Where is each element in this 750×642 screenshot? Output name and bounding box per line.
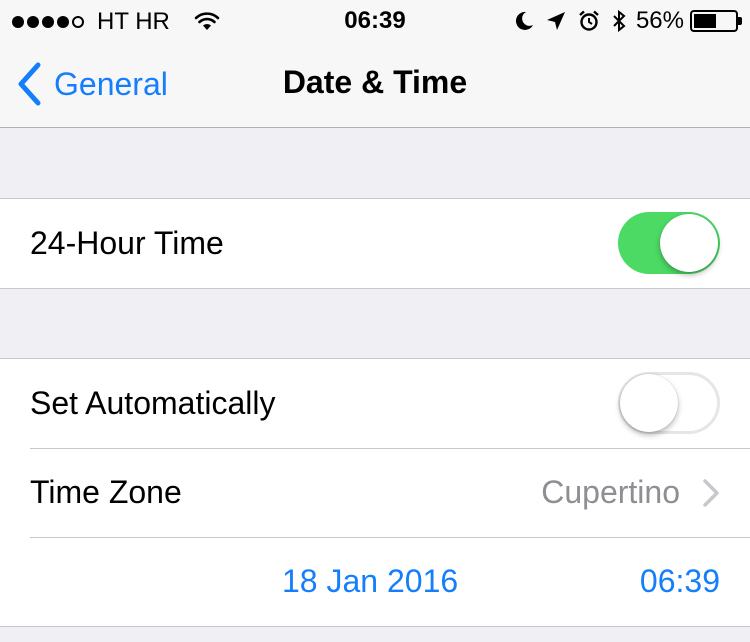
bluetooth-icon	[612, 9, 626, 33]
alarm-clock-icon	[578, 10, 600, 32]
row-time-zone[interactable]: Time Zone Cupertino	[0, 448, 750, 537]
time-zone-value: Cupertino	[541, 474, 680, 510]
settings-group-time-format: 24-Hour Time	[0, 198, 750, 289]
battery-level-fill	[694, 14, 716, 28]
navigation-bar: General Date & Time	[0, 40, 750, 128]
toggle-knob	[660, 214, 718, 272]
battery-icon	[690, 10, 742, 32]
time-value[interactable]: 06:39	[640, 563, 720, 600]
row-set-automatically: Set Automatically	[0, 359, 750, 448]
moon-icon	[514, 10, 534, 32]
battery-percent: 56%	[635, 7, 684, 34]
row-date-time: 18 Jan 2016 06:39	[0, 537, 750, 626]
row-label: 24-Hour Time	[30, 225, 224, 261]
settings-group-date-time: Set Automatically Time Zone Cupertino 18…	[0, 358, 750, 627]
row-24-hour-time: 24-Hour Time	[0, 199, 750, 288]
location-arrow-icon	[546, 11, 566, 31]
date-value[interactable]: 18 Jan 2016	[282, 563, 458, 600]
set-automatically-toggle[interactable]	[618, 372, 720, 434]
row-label: Set Automatically	[30, 385, 276, 421]
page-title: Date & Time	[282, 64, 468, 100]
chevron-right-icon	[702, 478, 720, 508]
toggle-knob	[620, 374, 678, 432]
row-label: Time Zone	[30, 474, 182, 510]
status-bar: HT HR 06:39 56%	[0, 0, 750, 40]
24-hour-time-toggle[interactable]	[618, 212, 720, 274]
status-right: 56%	[502, 7, 742, 35]
